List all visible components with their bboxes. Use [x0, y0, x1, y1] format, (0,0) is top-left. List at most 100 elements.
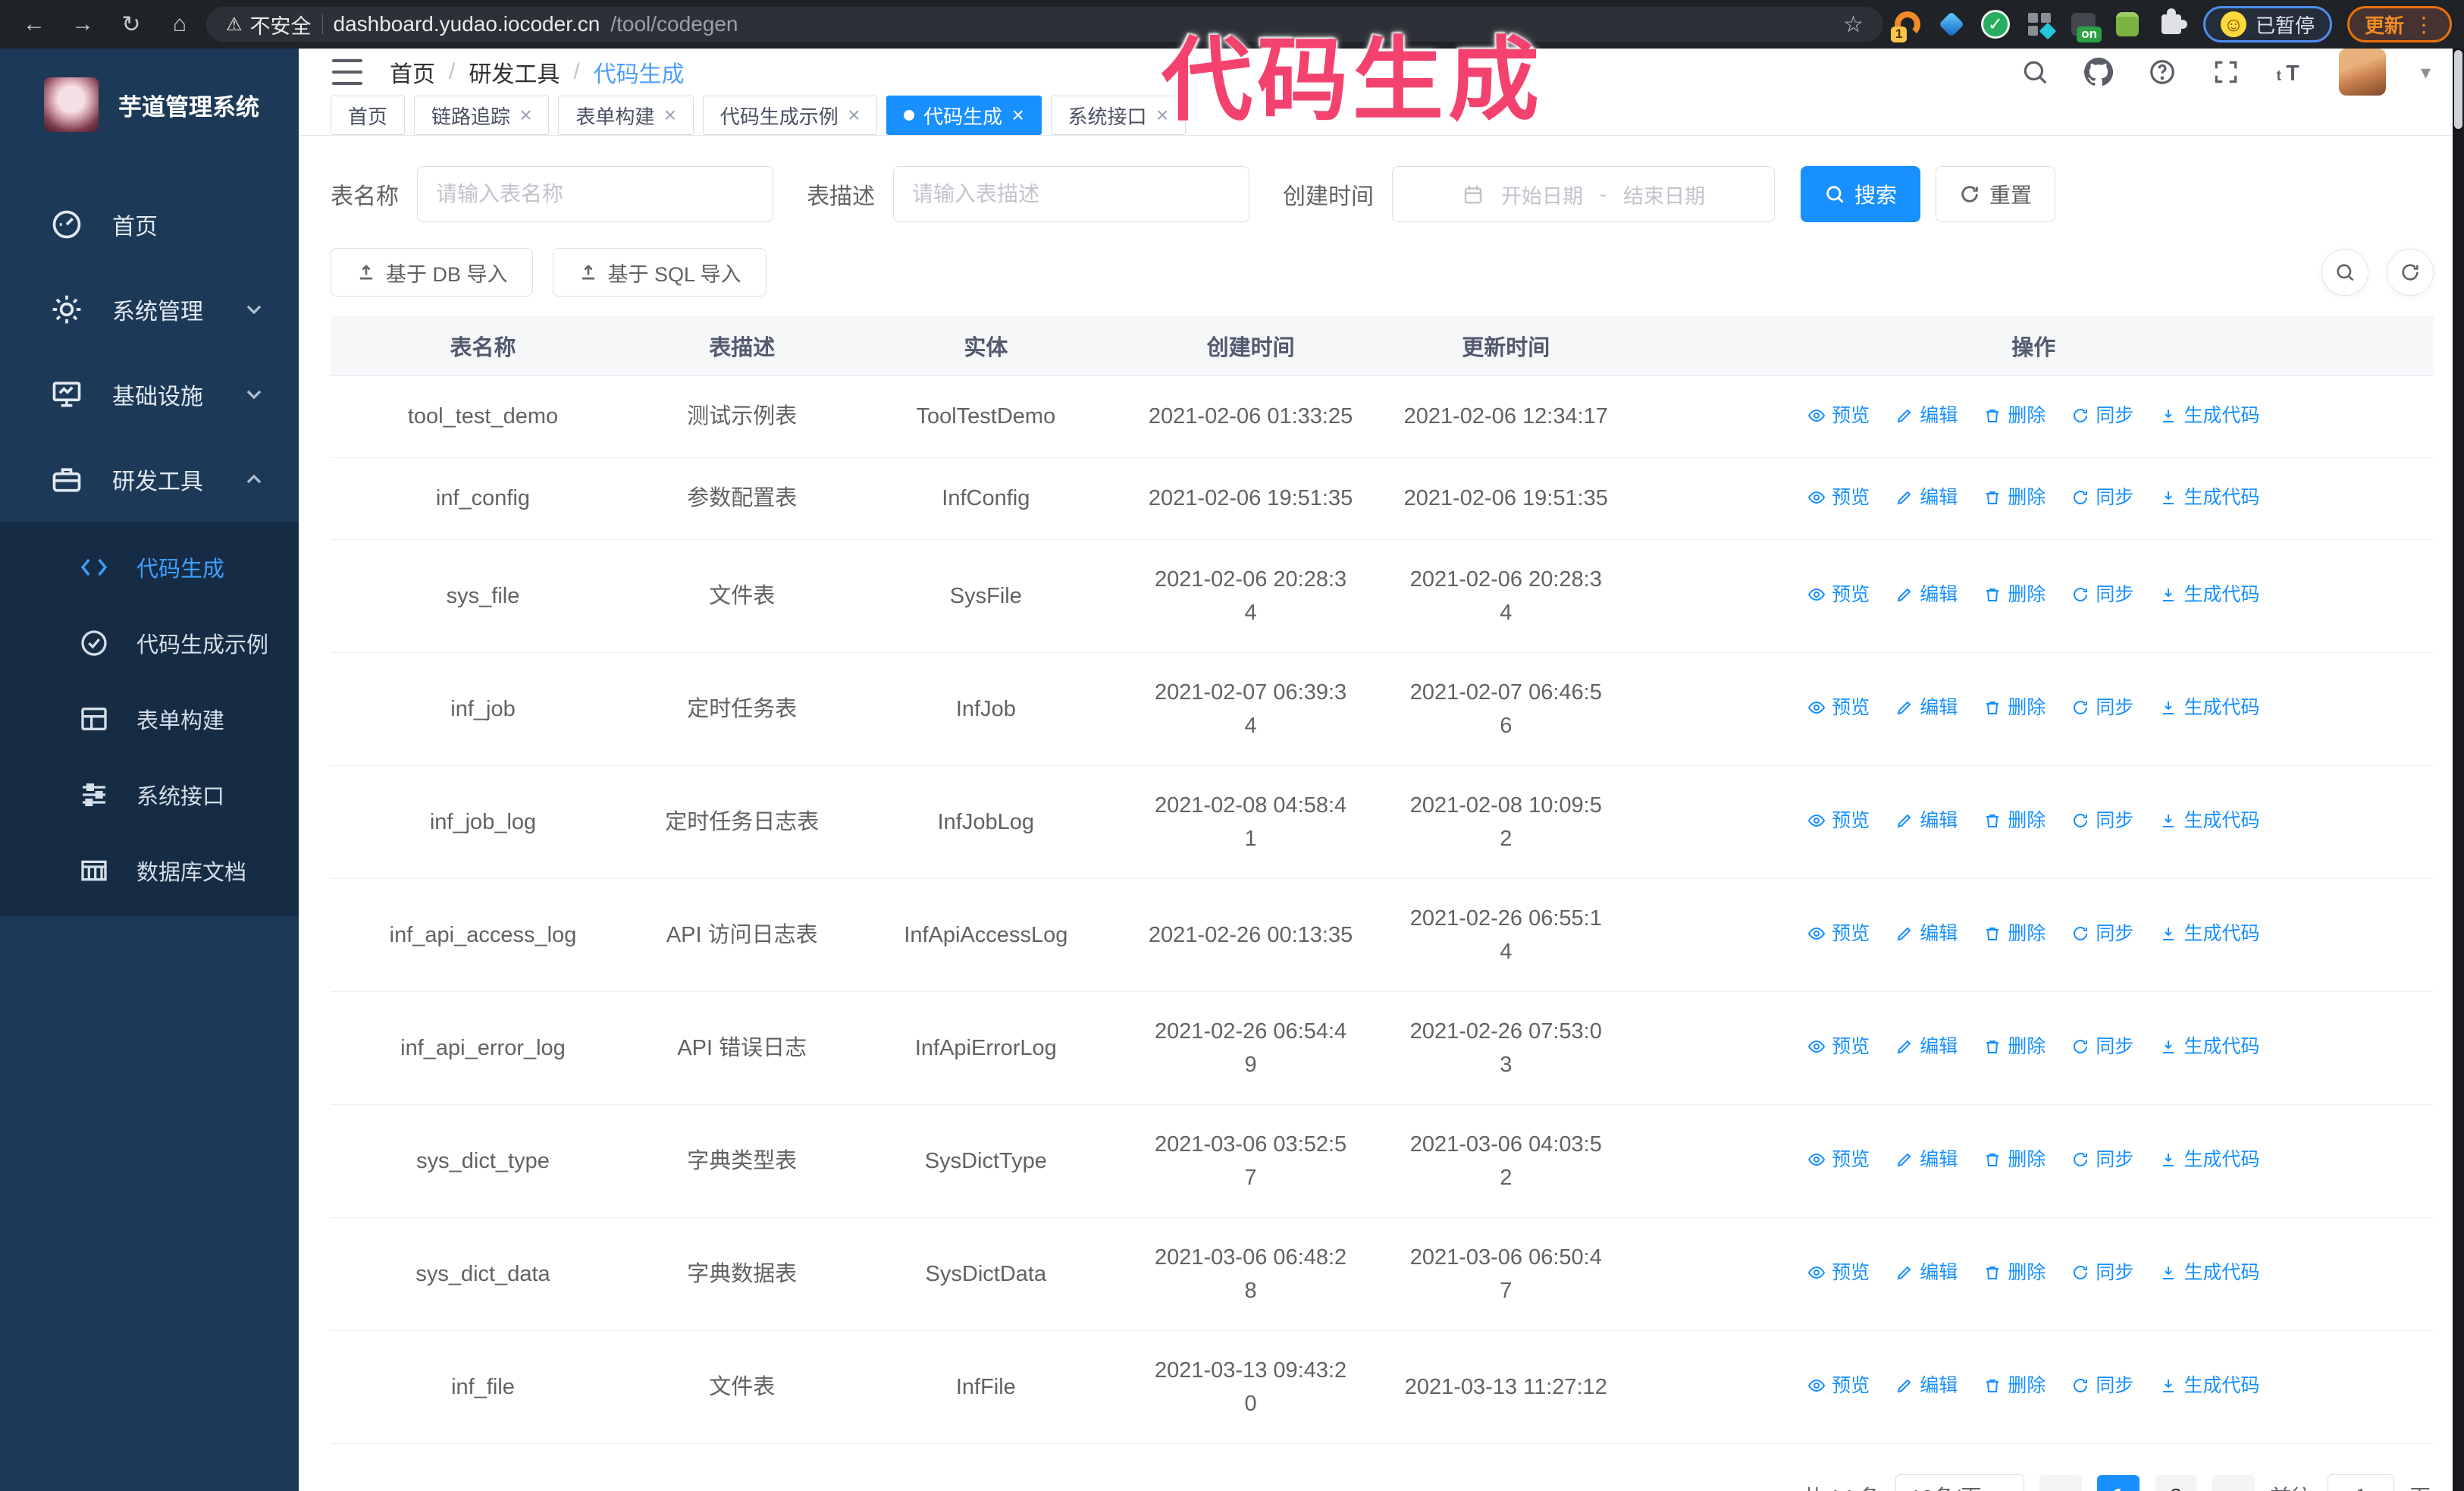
edit-link[interactable]: 编辑 — [1895, 1369, 1958, 1402]
reset-button[interactable]: 重置 — [1936, 166, 2056, 222]
preview-link[interactable]: 预览 — [1807, 399, 1870, 432]
browser-update-button[interactable]: 更新 ⋮ — [2346, 6, 2452, 42]
browser-reload-icon[interactable]: ↻ — [109, 6, 153, 42]
browser-home-icon[interactable]: ⌂ — [158, 6, 202, 42]
app-logo[interactable]: 芋道管理系统 — [0, 49, 299, 155]
generate-code-link[interactable]: 生成代码 — [2159, 804, 2259, 837]
delete-link[interactable]: 删除 — [1983, 1030, 2045, 1063]
tab-1[interactable]: 链路追踪 × — [414, 96, 550, 135]
sync-link[interactable]: 同步 — [2071, 399, 2133, 432]
toggle-search-button[interactable] — [2321, 249, 2368, 296]
delete-link[interactable]: 删除 — [1983, 1143, 2045, 1176]
sidebar-item-db-doc[interactable]: 数据库文档 — [0, 833, 299, 909]
sidebar-item-codegen[interactable]: 代码生成 — [0, 529, 299, 605]
edit-link[interactable]: 编辑 — [1895, 917, 1958, 950]
sync-link[interactable]: 同步 — [2071, 578, 2133, 611]
breadcrumb-devtools[interactable]: 研发工具 — [469, 55, 560, 89]
tab-close-icon[interactable]: × — [663, 105, 676, 126]
browser-back-icon[interactable]: ← — [12, 6, 56, 42]
user-avatar[interactable] — [2338, 49, 2386, 96]
sync-link[interactable]: 同步 — [2071, 1369, 2133, 1402]
tab-close-icon[interactable]: × — [1156, 105, 1168, 126]
generate-code-link[interactable]: 生成代码 — [2159, 481, 2259, 514]
sync-link[interactable]: 同步 — [2071, 481, 2133, 514]
delete-link[interactable]: 删除 — [1983, 804, 2045, 837]
fullscreen-icon[interactable] — [2212, 58, 2240, 86]
import-sql-button[interactable]: 基于 SQL 导入 — [552, 248, 766, 297]
extension-icon-bot[interactable] — [2108, 5, 2147, 44]
edit-link[interactable]: 编辑 — [1895, 1256, 1958, 1289]
sync-link[interactable]: 同步 — [2071, 1256, 2133, 1289]
preview-link[interactable]: 预览 — [1807, 917, 1870, 950]
preview-link[interactable]: 预览 — [1807, 1030, 1870, 1063]
sidebar-item-codegen-demo[interactable]: 代码生成示例 — [0, 605, 299, 681]
sync-link[interactable]: 同步 — [2071, 1030, 2133, 1063]
page-button-2[interactable]: 2 — [2154, 1474, 2197, 1491]
edit-link[interactable]: 编辑 — [1895, 481, 1958, 514]
sync-link[interactable]: 同步 — [2071, 917, 2133, 950]
delete-link[interactable]: 删除 — [1983, 1369, 2045, 1402]
generate-code-link[interactable]: 生成代码 — [2159, 1369, 2259, 1402]
sidebar-item-system[interactable]: 系统管理 — [0, 267, 299, 352]
preview-link[interactable]: 预览 — [1807, 1256, 1870, 1289]
import-db-button[interactable]: 基于 DB 导入 — [331, 248, 533, 297]
date-range-picker[interactable]: 开始日期 - 结束日期 — [1392, 166, 1775, 222]
address-bar[interactable]: ⚠ 不安全 dashboard.yudao.iocoder.cn /tool/c… — [206, 7, 1883, 42]
github-icon[interactable] — [2083, 58, 2113, 86]
tab-3[interactable]: 代码生成示例 × — [702, 96, 878, 135]
prev-page-button[interactable]: ‹ — [2039, 1474, 2082, 1491]
caret-down-icon[interactable]: ▾ — [2421, 61, 2431, 84]
generate-code-link[interactable]: 生成代码 — [2159, 917, 2259, 950]
delete-link[interactable]: 删除 — [1983, 481, 2045, 514]
generate-code-link[interactable]: 生成代码 — [2159, 1256, 2259, 1289]
extensions-puzzle-icon[interactable] — [2152, 5, 2191, 44]
edit-link[interactable]: 编辑 — [1895, 399, 1958, 432]
extension-icon-grid[interactable] — [2020, 5, 2059, 44]
delete-link[interactable]: 删除 — [1983, 1256, 2045, 1289]
sidebar-item-form-builder[interactable]: 表单构建 — [0, 681, 299, 757]
table-name-input[interactable] — [417, 166, 773, 222]
preview-link[interactable]: 预览 — [1807, 1143, 1870, 1176]
next-page-button[interactable]: › — [2212, 1474, 2255, 1491]
preview-link[interactable]: 预览 — [1807, 691, 1870, 724]
edit-link[interactable]: 编辑 — [1895, 1030, 1958, 1063]
sync-link[interactable]: 同步 — [2071, 1143, 2133, 1176]
tab-close-icon[interactable]: × — [1011, 105, 1024, 126]
search-button[interactable]: 搜索 — [1801, 166, 1921, 222]
tab-5[interactable]: 系统接口 × — [1050, 96, 1186, 135]
page-size-select[interactable]: 10条/页 ▾ — [1895, 1474, 2024, 1491]
refresh-table-button[interactable] — [2387, 249, 2434, 296]
preview-link[interactable]: 预览 — [1807, 804, 1870, 837]
generate-code-link[interactable]: 生成代码 — [2159, 399, 2259, 432]
sidebar-item-system-api[interactable]: 系统接口 — [0, 757, 299, 833]
delete-link[interactable]: 删除 — [1983, 578, 2045, 611]
goto-page-input[interactable] — [2327, 1474, 2394, 1491]
browser-menu-icon[interactable]: ⋮ — [2413, 12, 2434, 37]
sidebar-item-home[interactable]: 首页 — [0, 182, 299, 267]
extension-icon-check[interactable]: ✓ — [1976, 5, 2015, 44]
help-icon[interactable] — [2148, 58, 2177, 86]
sync-link[interactable]: 同步 — [2071, 804, 2133, 837]
security-indicator[interactable]: ⚠ 不安全 — [226, 10, 312, 39]
edit-link[interactable]: 编辑 — [1895, 804, 1958, 837]
sidebar-item-devtools[interactable]: 研发工具 — [0, 437, 299, 522]
edit-link[interactable]: 编辑 — [1895, 1143, 1958, 1176]
browser-forward-icon[interactable]: → — [61, 6, 105, 42]
sidebar-item-infra[interactable]: 基础设施 — [0, 352, 299, 437]
edit-link[interactable]: 编辑 — [1895, 691, 1958, 724]
breadcrumb-home[interactable]: 首页 — [390, 55, 435, 89]
edit-link[interactable]: 编辑 — [1895, 578, 1958, 611]
delete-link[interactable]: 删除 — [1983, 399, 2045, 432]
scrollbar-thumb[interactable] — [2454, 50, 2462, 129]
tab-close-icon[interactable]: × — [848, 105, 860, 126]
preview-link[interactable]: 预览 — [1807, 481, 1870, 514]
tab-4[interactable]: 代码生成 × — [886, 96, 1042, 135]
search-icon[interactable] — [2020, 58, 2049, 86]
browser-profile-chip[interactable]: ☺ 已暂停 — [2202, 6, 2332, 42]
tab-2[interactable]: 表单构建 × — [558, 96, 694, 135]
preview-link[interactable]: 预览 — [1807, 578, 1870, 611]
generate-code-link[interactable]: 生成代码 — [2159, 1143, 2259, 1176]
preview-link[interactable]: 预览 — [1807, 1369, 1870, 1402]
font-size-icon[interactable]: tT — [2275, 58, 2304, 86]
extension-icon-dark[interactable]: on — [2064, 5, 2103, 44]
